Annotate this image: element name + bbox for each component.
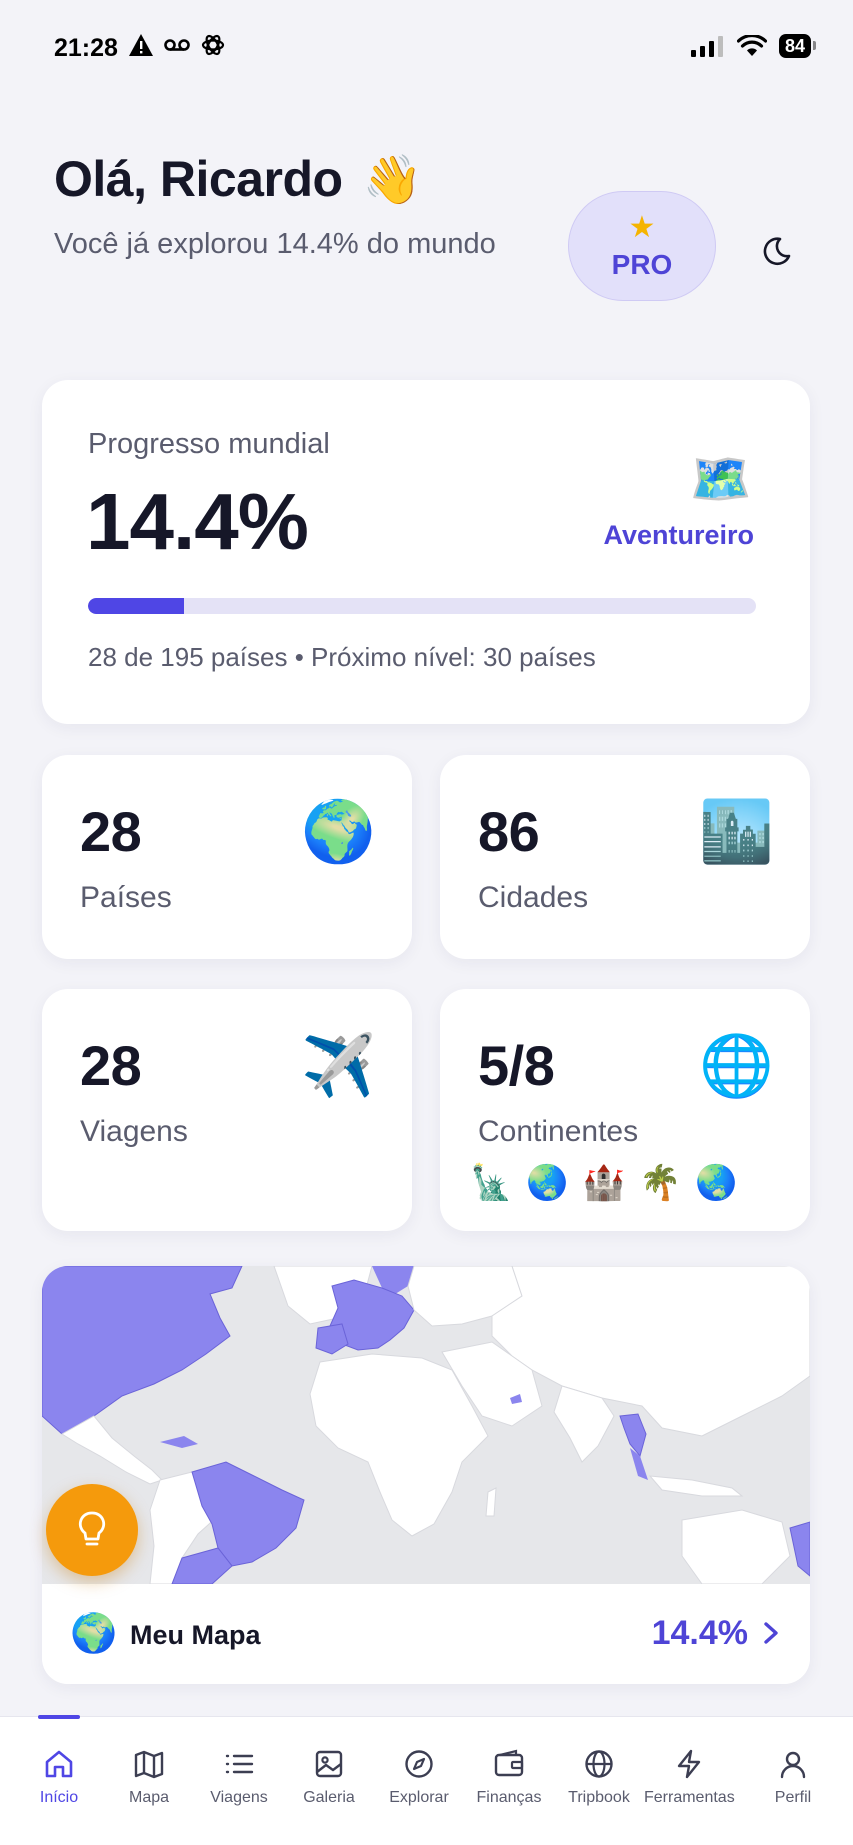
progress-title: Progresso mundial [88, 428, 330, 460]
nav-item-explorar[interactable]: Explorar [374, 1747, 464, 1807]
image-icon [315, 1750, 343, 1778]
home-icon [45, 1750, 73, 1778]
greeting-header: Olá, Ricardo 👋 Você já explorou 14.4% do… [54, 150, 574, 267]
nav-item-financas[interactable]: Finanças [464, 1747, 554, 1807]
globe-meridians-emoji: 🌐 [699, 1032, 774, 1099]
greeting-subtitle: Você já explorou 14.4% do mundo [54, 228, 496, 260]
compass-icon [405, 1750, 433, 1778]
tips-button[interactable] [46, 1484, 138, 1576]
cellular-signal-icon [690, 36, 723, 57]
globe-icon [585, 1750, 613, 1778]
nav-item-perfil[interactable]: Perfil [748, 1747, 838, 1807]
nav-label: Perfil [774, 1789, 812, 1806]
nav-item-ferramentas[interactable]: Ferramentas [644, 1747, 735, 1807]
palm-tree-emoji: 🌴 [639, 1164, 682, 1202]
new-zealand-shape [789, 1521, 810, 1577]
caribbean-shape [160, 1436, 198, 1448]
waving-hand-emoji: 👋 [362, 153, 423, 207]
status-time: 21:28 [54, 34, 118, 62]
airplane-emoji: ✈️ [301, 1032, 376, 1099]
warning-icon [129, 34, 153, 56]
my-map-percent: 14.4% [651, 1614, 748, 1652]
nav-label: Início [39, 1789, 79, 1806]
world-map[interactable] [42, 1266, 810, 1585]
central-america-shape [61, 1415, 163, 1485]
cities-label: Cidades [478, 881, 589, 914]
nav-label: Viagens [210, 1789, 268, 1806]
cities-count: 86 [478, 800, 540, 863]
battery-indicator: 84 [778, 34, 817, 58]
star-icon: ★ [628, 211, 656, 244]
globe-asia-emoji: 🌏 [695, 1164, 738, 1202]
world-progress-card[interactable]: Progresso mundial 14.4% 🗺️ Aventureiro 2… [42, 380, 810, 724]
thailand-shape [619, 1413, 647, 1458]
progress-summary: 28 de 195 países • Próximo nível: 30 paí… [88, 642, 596, 672]
globe-asia-emoji: 🌏 [526, 1164, 569, 1202]
status-notification-icons [128, 32, 226, 58]
wifi-icon [736, 35, 767, 56]
my-map-card[interactable]: 🌍 Meu Mapa 14.4% [42, 1266, 810, 1684]
my-map-title: Meu Mapa [130, 1620, 261, 1650]
nav-item-mapa[interactable]: Mapa [104, 1747, 194, 1807]
iberia-shape [315, 1323, 349, 1355]
nav-label: Galeria [303, 1789, 355, 1806]
trips-count: 28 [80, 1034, 142, 1097]
continents-label: Continentes [478, 1115, 639, 1148]
trips-label: Viagens [80, 1115, 188, 1148]
wallet-icon [494, 1749, 524, 1777]
nav-label: Explorar [389, 1789, 449, 1806]
asia-shape [491, 1266, 810, 1437]
nav-item-galeria[interactable]: Galeria [284, 1747, 374, 1807]
nav-label: Tripbook [568, 1789, 630, 1806]
north-america-shape [42, 1266, 243, 1435]
countries-stat-card[interactable]: 28 Países 🌍 [42, 755, 412, 959]
my-map-footer[interactable]: 🌍 Meu Mapa 14.4% [42, 1584, 810, 1684]
continents-count: 5/8 [478, 1034, 555, 1097]
cities-stat-card[interactable]: 86 Cidades 🏙️ [440, 755, 810, 959]
pro-button[interactable]: ★ PRO [568, 191, 716, 301]
pro-label: PRO [611, 249, 673, 280]
castle-emoji: 🏰 [582, 1164, 626, 1202]
nav-label: Mapa [128, 1789, 170, 1806]
indonesia-shape [648, 1475, 744, 1497]
cityscape-emoji: 🏙️ [699, 798, 774, 865]
world-map-emoji: 🗺️ [689, 451, 752, 507]
level-label: Aventureiro [603, 520, 754, 550]
chevron-right-icon [764, 1622, 778, 1644]
globe-europe-africa-emoji: 🌍 [301, 798, 376, 865]
countries-label: Países [80, 881, 172, 914]
progress-bar-fill [88, 598, 185, 614]
countries-count: 28 [80, 800, 142, 863]
status-system-icons: 84 [690, 34, 817, 58]
moon-icon[interactable] [760, 234, 794, 268]
trips-stat-card[interactable]: 28 Viagens ✈️ [42, 989, 412, 1231]
nav-item-viagens[interactable]: Viagens [194, 1747, 284, 1807]
status-bar: 21:28 84 [0, 0, 853, 100]
bottom-navigation: Início Mapa Viagens Galeria Explorar Fin… [0, 1715, 853, 1845]
nav-item-tripbook[interactable]: Tripbook [554, 1747, 644, 1807]
bolt-icon [677, 1749, 701, 1779]
ai-app-icon [201, 34, 225, 56]
voicemail-icon [164, 39, 190, 51]
continents-stat-card[interactable]: 5/8 Continentes 🌐 🗽 🌏 🏰 🌴 🌏 [440, 989, 810, 1231]
list-icon [225, 1754, 254, 1774]
user-icon [780, 1751, 806, 1779]
greeting-title: Olá, Ricardo 👋 [54, 150, 574, 208]
world-map-graphic [42, 1266, 810, 1585]
map-icon [134, 1750, 164, 1779]
nav-label: Ferramentas [644, 1789, 735, 1806]
statue-of-liberty-emoji: 🗽 [470, 1164, 513, 1202]
active-tab-indicator [38, 1715, 80, 1719]
nav-label: Finanças [476, 1789, 542, 1806]
progress-percent: 14.4% [86, 477, 309, 566]
lightbulb-icon [78, 1511, 106, 1546]
nav-item-inicio[interactable]: Início [14, 1747, 104, 1807]
australia-shape [681, 1509, 791, 1585]
greeting-text: Olá, Ricardo [54, 151, 343, 207]
continent-badges: 🗽 🌏 🏰 🌴 🌏 [470, 1163, 738, 1203]
madagascar-shape [485, 1487, 497, 1517]
globe-emoji: 🌍 [70, 1613, 118, 1655]
progress-bar [88, 598, 756, 614]
